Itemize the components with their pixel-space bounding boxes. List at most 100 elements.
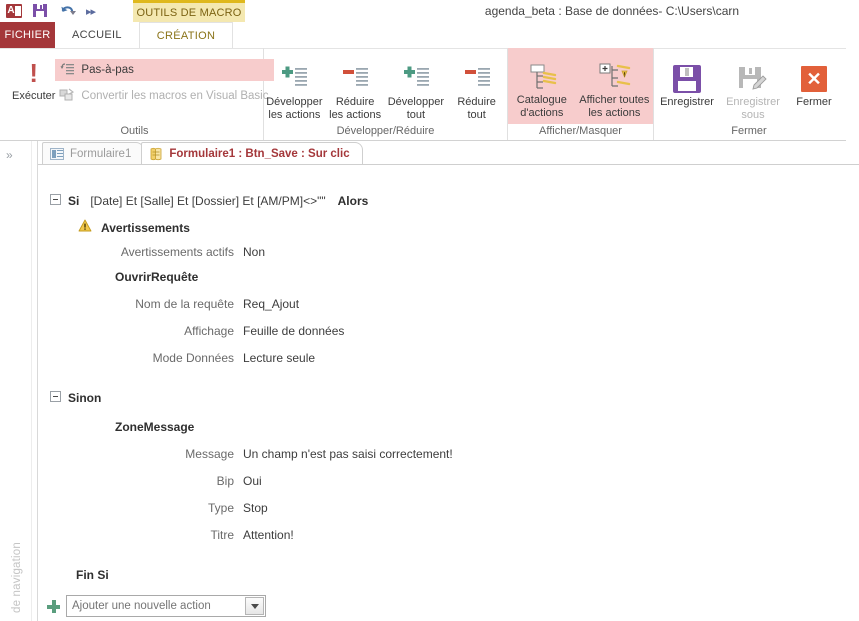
ribbon-group-label-fermer: Fermer [731,125,767,137]
doc-tab-label: Formulaire1 [70,147,132,160]
ribbon-group-developper-reduire: Développer les actions Réduire les actio… [264,48,508,140]
param-value[interactable]: Un champ n'est pas saisi correctement! [243,444,453,464]
tab-fichier[interactable]: FICHIER [0,22,55,48]
ribbon-tabstrip: FICHIER ACCUEIL CRÉATION [0,22,859,48]
convertir-macros-vba-button[interactable]: Convertir les macros en Visual Basic [55,85,274,107]
expand-all-icon [400,62,432,96]
param-label: Message [185,447,234,461]
param-value[interactable]: Lecture seule [243,348,315,368]
show-all-actions-icon [596,60,632,94]
add-action-input[interactable] [67,596,265,616]
collapse-else-icon[interactable] [50,391,61,402]
macro-param-row: Nom de la requête Req_Ajout [38,294,859,314]
expand-navigation-pane-icon[interactable]: » [6,149,13,161]
document-area: Formulaire1 Formulaire1 : Btn_Save : Sur… [38,141,859,621]
expand-actions-icon [278,62,310,96]
document-tabs: Formulaire1 Formulaire1 : Btn_Save : Sur… [38,141,859,165]
avertissements-title: Avertissements [101,221,190,235]
warning-icon [78,218,92,232]
param-value[interactable]: Attention! [243,525,294,545]
macro-canvas: Si [Date] Et [Salle] Et [Dossier] Et [AM… [38,165,859,617]
save-floppy-icon [673,62,701,96]
param-label: Avertissements actifs [120,245,234,259]
single-step-icon [59,62,75,79]
macro-icon [149,147,163,161]
enregistrer-button[interactable]: Enregistrer [654,58,720,109]
then-keyword: Alors [337,194,369,208]
ribbon-group-label-outils: Outils [120,125,149,137]
developper-tout-button[interactable]: Développer tout [386,58,447,122]
if-condition[interactable]: [Date] Et [Salle] Et [Dossier] Et [AM/PM… [90,191,325,211]
macro-ouvrirrequete-row[interactable]: OuvrirRequête [38,267,859,287]
macro-if-row[interactable]: Si [Date] Et [Salle] Et [Dossier] Et [AM… [38,191,859,211]
else-keyword: Sinon [68,391,102,405]
collapse-all-icon [461,62,493,96]
ribbon: ! Exécuter Pas-à-pas Convertir les macro… [0,48,846,141]
add-icon[interactable] [47,599,60,613]
afficher-toutes-actions-button[interactable]: Afficher toutes les actions [575,56,653,120]
if-keyword: Si [68,194,80,208]
navigation-pane: » de navigation [0,141,38,621]
close-x-icon: ✕ [801,66,827,92]
executer-button[interactable]: ! Exécuter [12,52,55,103]
action-catalog-icon [525,60,559,94]
developper-les-actions-button[interactable]: Développer les actions [264,58,325,122]
param-label: Type [207,501,234,515]
macro-param-row: Titre Attention! [38,525,859,545]
tab-creation[interactable]: CRÉATION [138,22,234,48]
reduire-tout-button[interactable]: Réduire tout [446,58,507,122]
title-bar: A ▸▸ OUTILS DE MACRO agenda_beta : Base … [0,0,859,22]
collapse-actions-icon [339,62,371,96]
param-label: Bip [216,474,234,488]
ribbon-group-outils: ! Exécuter Pas-à-pas Convertir les macro… [0,48,275,140]
collapse-if-icon[interactable] [50,194,61,205]
chevron-down-icon[interactable] [245,597,264,615]
reduire-les-actions-button[interactable]: Réduire les actions [325,58,386,122]
ribbon-group-label-developper-reduire: Développer/Réduire [336,125,435,137]
zonemessage-title: ZoneMessage [115,420,195,434]
ribbon-group-fermer: Enregistrer Enregistrer sous ✕ Fermer Fe… [654,48,844,140]
fermer-button[interactable]: ✕ Fermer [786,58,842,109]
navigation-pane-label: de navigation [11,541,23,613]
pas-a-pas-button[interactable]: Pas-à-pas [55,59,275,81]
macro-endif-row: Fin Si [38,565,859,585]
convert-macro-icon [59,88,75,105]
workspace: » de navigation Formulaire1 Formulaire1 … [0,141,859,621]
macro-avertissements-row[interactable]: Avertissements [38,218,859,238]
ribbon-group-afficher-masquer: Catalogue d'actions Afficher toutes les … [508,48,654,140]
add-action-combo[interactable] [66,595,266,617]
macro-zonemessage-row[interactable]: ZoneMessage [38,417,859,437]
param-label: Mode Données [152,351,234,365]
ribbon-group-label-afficher-masquer: Afficher/Masquer [508,124,653,140]
macro-param-row: Type Stop [38,498,859,518]
param-value[interactable]: Feuille de données [243,321,344,341]
macro-param-row: Avertissements actifs Non [38,242,859,262]
add-action-row [38,595,859,617]
macro-param-row: Affichage Feuille de données [38,321,859,341]
tab-accueil[interactable]: ACCUEIL [55,22,139,48]
doc-tab-formulaire1[interactable]: Formulaire1 [42,142,145,164]
param-label: Affichage [184,324,234,338]
enregistrer-sous-button[interactable]: Enregistrer sous [720,58,786,122]
param-value[interactable]: Req_Ajout [243,294,299,314]
param-value[interactable]: Non [243,242,265,262]
macro-param-row: Message Un champ n'est pas saisi correct… [38,444,859,464]
form-icon [50,147,64,160]
macro-param-row: Bip Oui [38,471,859,491]
param-value[interactable]: Stop [243,498,268,518]
param-label: Titre [210,528,234,542]
window-title: agenda_beta : Base de données- C:\Users\… [484,4,740,18]
convertir-label: Convertir les macros en Visual Basic [81,90,269,102]
catalogue-actions-button[interactable]: Catalogue d'actions [508,56,576,120]
ouvrirrequete-title: OuvrirRequête [115,270,199,284]
run-exclamation-icon: ! [29,58,39,88]
macro-else-row[interactable]: Sinon [38,388,859,408]
macro-param-row: Mode Données Lecture seule [38,348,859,368]
save-as-icon [738,62,768,96]
param-label: Nom de la requête [135,297,234,311]
pas-a-pas-label: Pas-à-pas [81,64,134,76]
doc-tab-label: Formulaire1 : Btn_Save : Sur clic [169,147,350,160]
param-value[interactable]: Oui [243,471,262,491]
endif-keyword: Fin Si [76,568,109,582]
doc-tab-btn-save-onclick[interactable]: Formulaire1 : Btn_Save : Sur clic [141,142,363,164]
